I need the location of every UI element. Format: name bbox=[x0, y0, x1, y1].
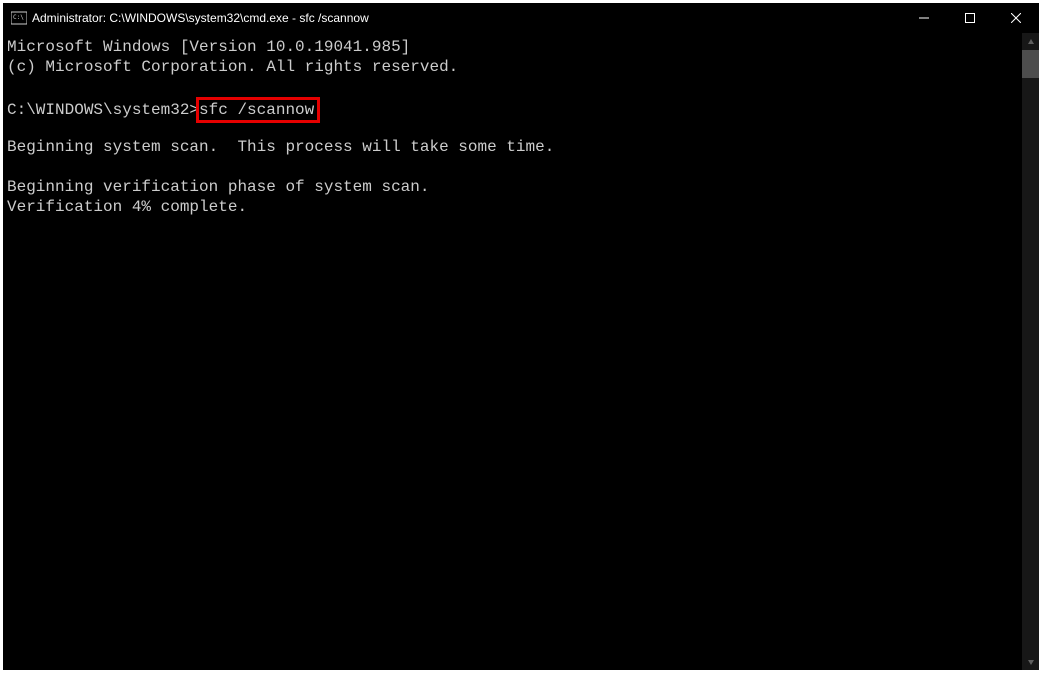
command-text: sfc /scannow bbox=[199, 101, 314, 119]
window-title: Administrator: C:\WINDOWS\system32\cmd.e… bbox=[32, 11, 369, 25]
close-button[interactable] bbox=[993, 3, 1039, 33]
titlebar-left: C:\ Administrator: C:\WINDOWS\system32\c… bbox=[3, 10, 369, 26]
output-line: Verification 4% complete. bbox=[7, 197, 1022, 217]
svg-text:C:\: C:\ bbox=[13, 14, 24, 21]
output-line: Microsoft Windows [Version 10.0.19041.98… bbox=[7, 37, 1022, 57]
scroll-up-arrow-icon[interactable] bbox=[1022, 33, 1039, 50]
output-line: (c) Microsoft Corporation. All rights re… bbox=[7, 57, 1022, 77]
maximize-button[interactable] bbox=[947, 3, 993, 33]
terminal-content[interactable]: Microsoft Windows [Version 10.0.19041.98… bbox=[3, 33, 1022, 670]
terminal-body: Microsoft Windows [Version 10.0.19041.98… bbox=[3, 33, 1039, 670]
scroll-down-arrow-icon[interactable] bbox=[1022, 653, 1039, 670]
window-controls bbox=[901, 3, 1039, 33]
vertical-scrollbar[interactable] bbox=[1022, 33, 1039, 670]
scroll-thumb[interactable] bbox=[1022, 50, 1039, 78]
blank-line bbox=[7, 77, 1022, 97]
cmd-icon: C:\ bbox=[11, 10, 27, 26]
cmd-window: C:\ Administrator: C:\WINDOWS\system32\c… bbox=[3, 3, 1039, 670]
output-line: Beginning system scan. This process will… bbox=[7, 137, 1022, 157]
minimize-button[interactable] bbox=[901, 3, 947, 33]
prompt-text: C:\WINDOWS\system32> bbox=[7, 101, 199, 119]
prompt-line: C:\WINDOWS\system32>sfc /scannow bbox=[7, 97, 1022, 117]
blank-line bbox=[7, 117, 1022, 137]
titlebar[interactable]: C:\ Administrator: C:\WINDOWS\system32\c… bbox=[3, 3, 1039, 33]
command-highlight: sfc /scannow bbox=[196, 97, 320, 123]
output-line: Beginning verification phase of system s… bbox=[7, 177, 1022, 197]
blank-line bbox=[7, 157, 1022, 177]
